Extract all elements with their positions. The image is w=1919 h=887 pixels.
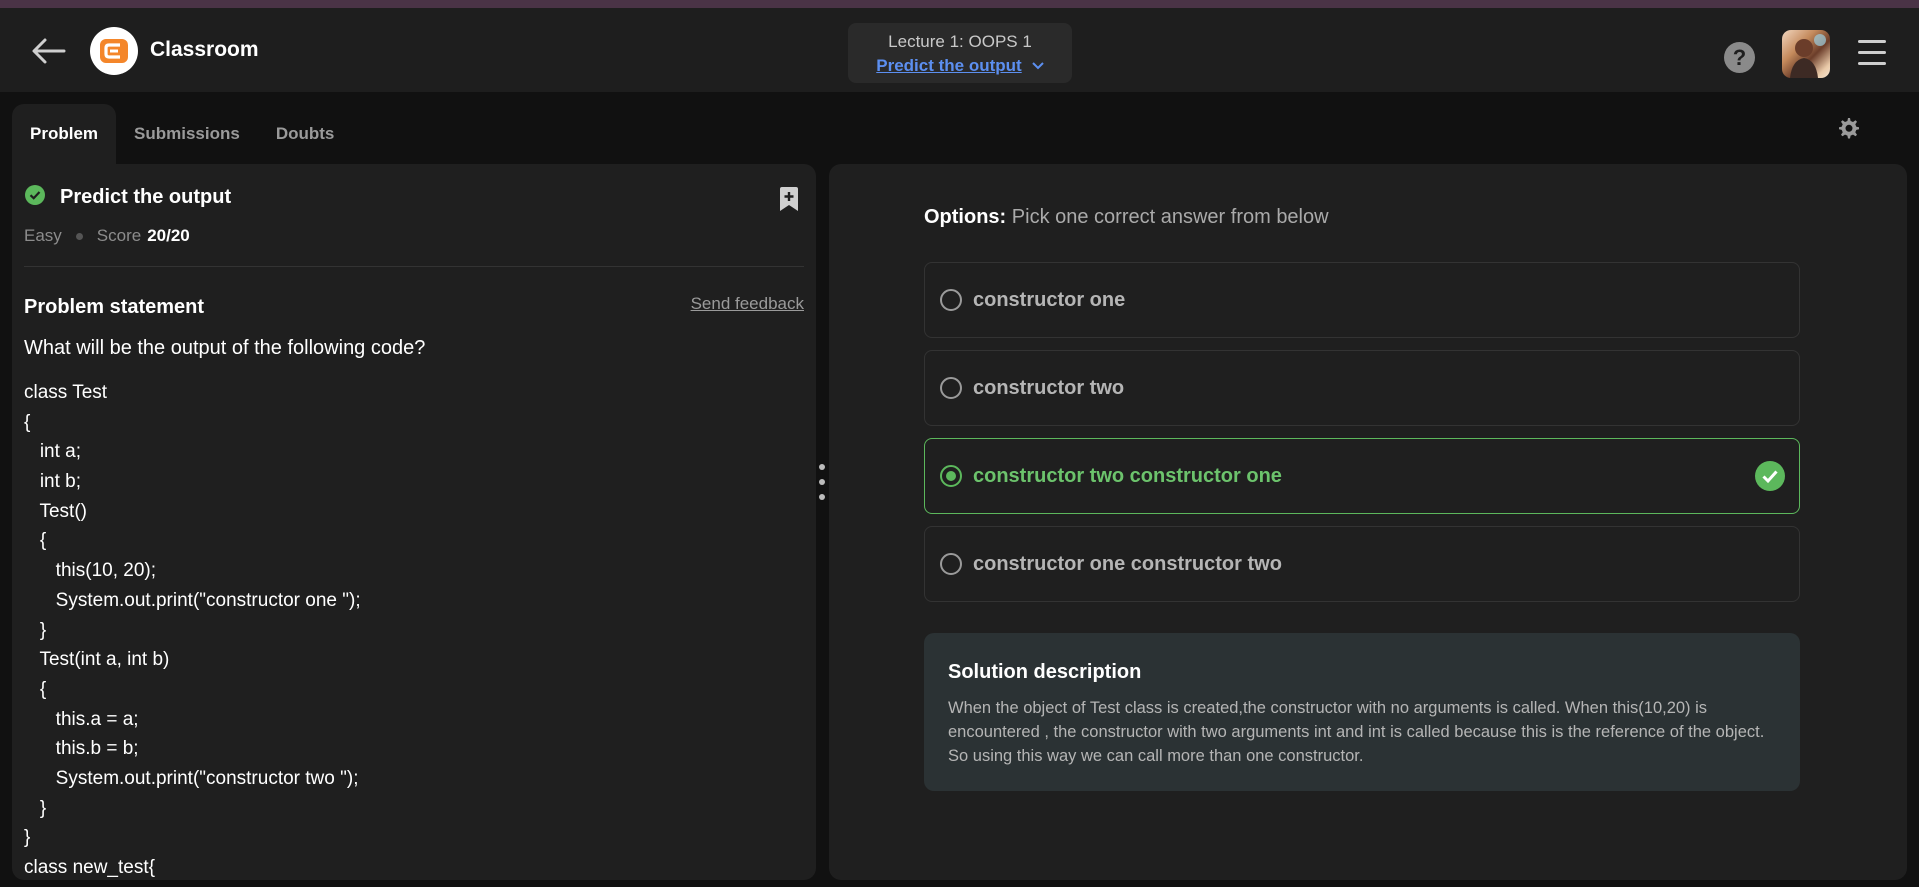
divider — [24, 266, 804, 267]
back-button[interactable] — [30, 36, 66, 66]
bookmark-plus-icon[interactable] — [778, 186, 800, 212]
header: Classroom Lecture 1: OOPS 1 Predict the … — [0, 8, 1919, 92]
option-text: constructor two constructor one — [973, 464, 1282, 487]
difficulty-label: Easy — [24, 226, 62, 245]
options-instruction: Pick one correct answer from below — [1011, 206, 1329, 228]
correct-check-icon — [1755, 461, 1785, 491]
lecture-title: Lecture 1: OOPS 1 — [888, 32, 1032, 51]
app-logo[interactable] — [90, 27, 138, 75]
code-line: System.out.print("constructor two "); — [24, 767, 359, 789]
statement-heading: Problem statement — [24, 296, 205, 318]
code-line: Test() — [24, 500, 87, 522]
solved-check-icon — [25, 185, 45, 205]
question-text: What will be the output of the following… — [24, 337, 426, 359]
tab-problem[interactable]: Problem — [12, 104, 117, 164]
meta-separator — [75, 232, 83, 240]
code-line: class Test — [24, 382, 108, 403]
code-line: int a; — [24, 441, 82, 463]
code-line: { — [24, 678, 47, 700]
solution-title: Solution description — [948, 661, 1142, 683]
solution-box: Solution description When the object of … — [924, 633, 1800, 791]
radio-button-selected[interactable] — [940, 465, 962, 487]
problem-panel: Predict the output Easy Score 20/20 Prob… — [12, 164, 816, 880]
code-line: } — [24, 827, 31, 849]
problem-selector-link[interactable]: Predict the output — [876, 56, 1044, 76]
option-text: constructor one — [973, 288, 1126, 311]
code-line: this(10, 20); — [24, 560, 156, 582]
gear-icon — [1839, 118, 1859, 139]
tab-bar: Problem Submissions Doubts — [12, 104, 352, 164]
options-panel: Options: Pick one correct answer from be… — [829, 164, 1907, 880]
code-line: int b; — [24, 471, 82, 493]
code-line: class new_test{ — [24, 857, 155, 878]
options-header: Options: Pick one correct answer from be… — [924, 206, 1329, 229]
score-value: 20/20 — [147, 226, 190, 245]
window-top-strip — [0, 0, 1919, 8]
option-3[interactable]: constructor two constructor one — [924, 438, 1800, 514]
option-4[interactable]: constructor one constructor two — [924, 526, 1800, 602]
code-line: Test(int a, int b) — [24, 649, 170, 671]
solution-text: When the object of Test class is created… — [948, 699, 1765, 765]
option-text: constructor one constructor two — [973, 552, 1282, 575]
code-line: this.b = b; — [24, 738, 139, 760]
codingninjas-logo-icon — [100, 39, 128, 63]
app-title: Classroom — [150, 38, 259, 61]
options-label: Options: — [924, 206, 1007, 228]
radio-button[interactable] — [940, 553, 962, 575]
chevron-down-icon — [1032, 62, 1044, 70]
send-feedback-link[interactable]: Send feedback — [691, 294, 804, 314]
lecture-selector[interactable]: Lecture 1: OOPS 1 Predict the output — [848, 23, 1072, 83]
tab-submissions[interactable]: Submissions — [116, 104, 258, 164]
option-text: constructor two — [973, 376, 1125, 399]
code-line: { — [24, 530, 47, 552]
score-label: Score — [96, 226, 142, 245]
option-1[interactable]: constructor one — [924, 262, 1800, 338]
code-line: } — [24, 619, 47, 641]
code-line: System.out.print("constructor one "); — [24, 589, 361, 611]
hamburger-menu-icon[interactable] — [1858, 40, 1886, 66]
radio-button[interactable] — [940, 377, 962, 399]
problem-link-label: Predict the output — [876, 56, 1022, 75]
code-line: { — [24, 411, 31, 433]
radio-button[interactable] — [940, 289, 962, 311]
code-line: this.a = a; — [24, 708, 139, 730]
option-2[interactable]: constructor two — [924, 350, 1800, 426]
problem-title: Predict the output — [60, 186, 232, 208]
arrow-left-icon — [32, 38, 66, 64]
help-icon[interactable]: ? — [1724, 42, 1755, 73]
problem-meta: Easy Score 20/20 — [24, 226, 190, 246]
settings-button[interactable] — [1836, 116, 1860, 140]
tab-doubts[interactable]: Doubts — [258, 104, 353, 164]
avatar-image — [1790, 34, 1826, 78]
code-block: class Test { int a; int b; Test() { this… — [24, 378, 361, 880]
code-line: } — [24, 797, 47, 819]
panel-resize-handle[interactable] — [819, 464, 825, 512]
avatar[interactable] — [1782, 30, 1830, 78]
